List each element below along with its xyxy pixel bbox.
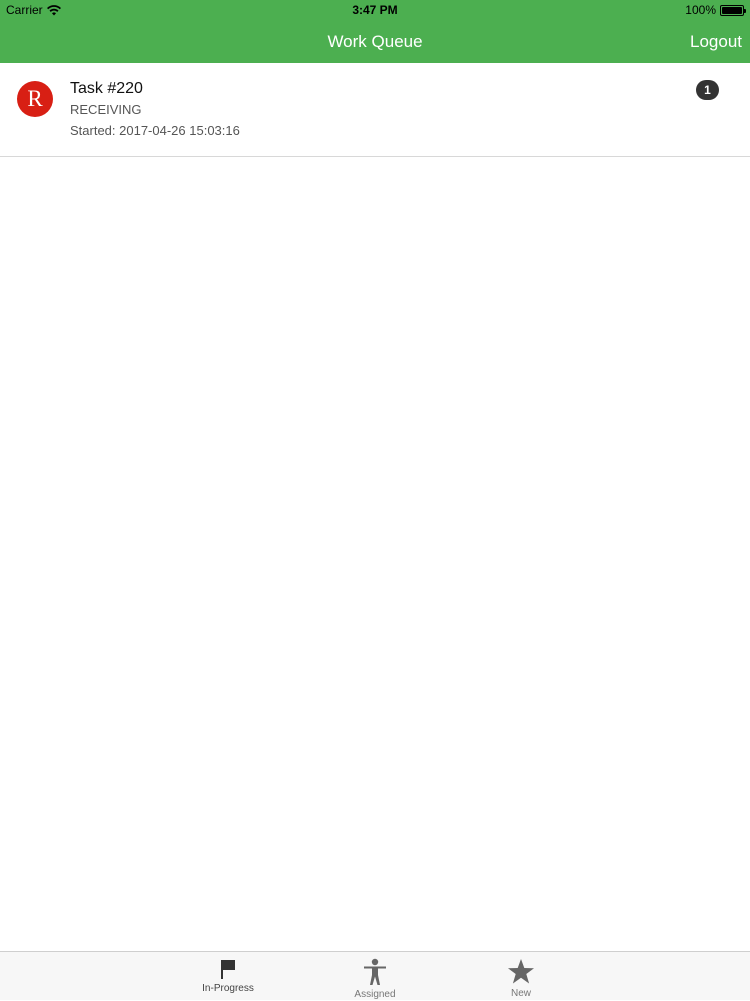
tab-in-progress-label: In-Progress — [202, 983, 254, 994]
task-count-badge: 1 — [696, 80, 719, 100]
tab-new[interactable]: New — [466, 952, 576, 1001]
status-right: 100% — [685, 3, 746, 17]
person-icon — [364, 958, 386, 985]
task-type: RECEIVING — [70, 102, 142, 117]
tab-bar: In-Progress Assigned New — [0, 951, 750, 1000]
tab-assigned-label: Assigned — [354, 989, 396, 1000]
battery-fill — [722, 6, 742, 14]
battery-icon — [720, 4, 746, 16]
battery-percent: 100% — [685, 3, 716, 17]
tab-in-progress[interactable]: In-Progress — [173, 952, 283, 1001]
tab-assigned[interactable]: Assigned — [320, 952, 430, 1001]
page-title: Work Queue — [327, 32, 423, 51]
logout-button[interactable]: Logout — [690, 32, 742, 52]
tab-new-label: New — [510, 988, 531, 999]
flag-icon — [221, 960, 235, 979]
task-title: Task #220 — [70, 80, 143, 97]
task-started: Started: 2017-04-26 15:03:16 — [70, 123, 240, 138]
task-avatar: R — [17, 81, 53, 117]
status-bar: Carrier 3:47 PM 100% — [0, 0, 750, 20]
nav-bar: Work Queue Logout — [0, 20, 750, 63]
star-icon — [508, 959, 534, 984]
status-time: 3:47 PM — [352, 3, 398, 17]
